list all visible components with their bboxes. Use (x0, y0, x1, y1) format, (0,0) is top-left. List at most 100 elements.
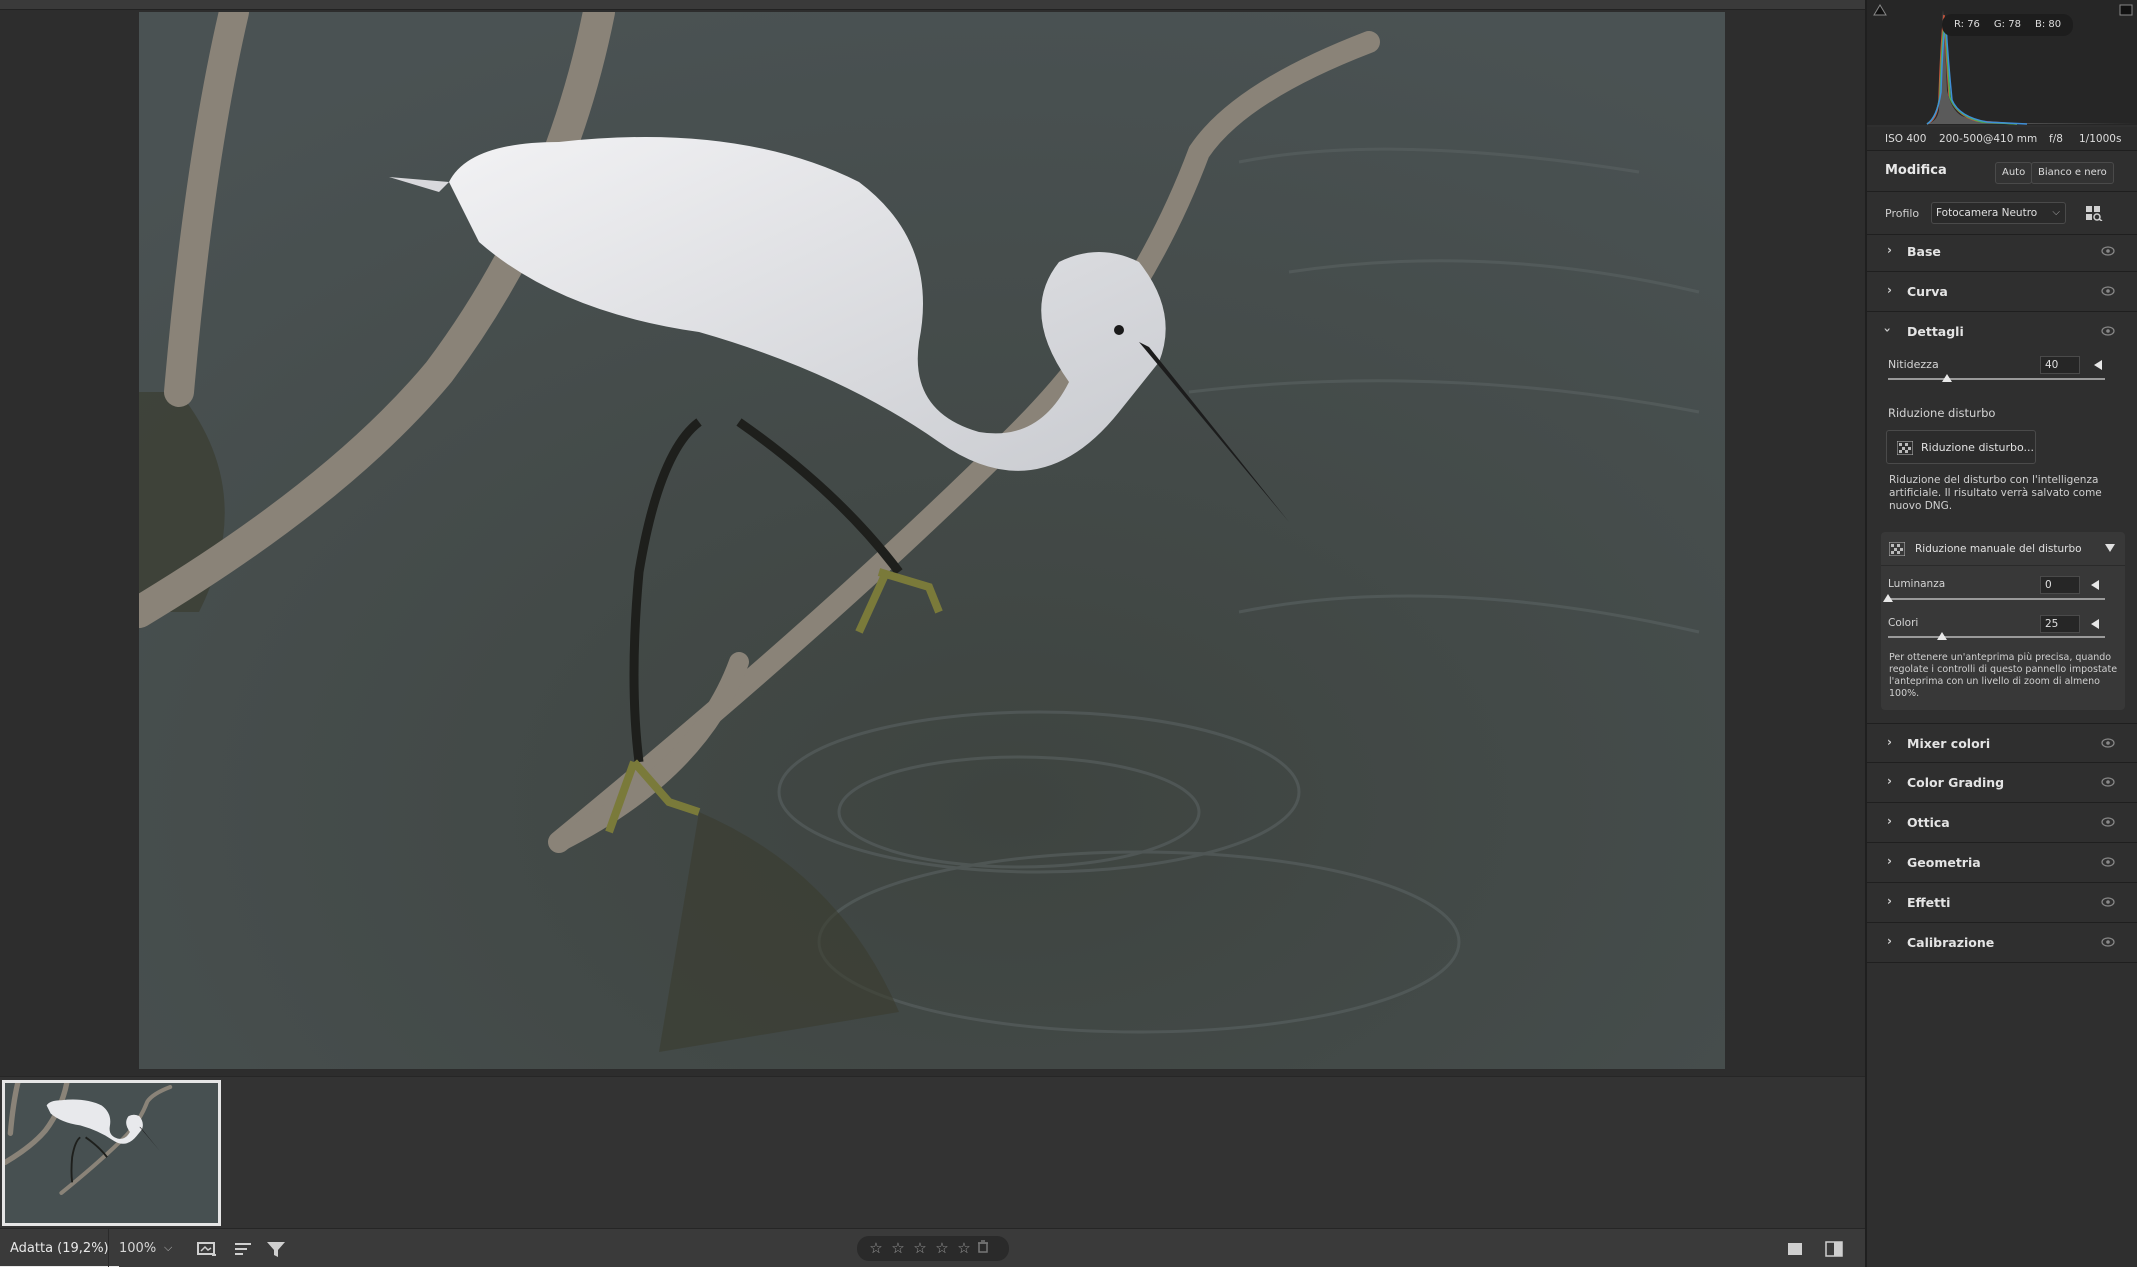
section-color-grading[interactable]: › Color Grading (1867, 763, 2137, 803)
egret-photo (139, 12, 1725, 1069)
chevron-right-icon: › (1887, 283, 1892, 297)
section-effects[interactable]: › Effetti (1867, 883, 2137, 923)
profile-browser-icon[interactable] (2085, 205, 2103, 222)
section-title: Effetti (1907, 895, 1951, 910)
top-strip (0, 0, 1865, 10)
eye-icon[interactable] (2101, 777, 2115, 787)
section-base[interactable]: › Base (1867, 232, 2137, 272)
chevron-right-icon: › (1887, 735, 1892, 749)
section-title: Base (1907, 244, 1941, 259)
chevron-right-icon: › (1887, 243, 1892, 257)
chevron-right-icon: › (1887, 894, 1892, 908)
section-details[interactable]: › Dettagli (1867, 312, 2137, 352)
denoise-icon (1897, 441, 1913, 455)
profile-select[interactable]: Fotocamera Neutro ⌵ (1931, 202, 2066, 224)
eye-icon[interactable] (2101, 326, 2115, 336)
shadow-clipping-icon[interactable] (1873, 4, 1887, 16)
star-rating[interactable]: ☆ ☆ ☆ ☆ ☆ (857, 1236, 1009, 1261)
star-icon[interactable]: ☆ (867, 1236, 885, 1261)
filter-icon[interactable] (265, 1239, 287, 1259)
chevron-down-icon: › (1880, 327, 1895, 333)
manual-noise-reduction-panel: Riduzione manuale del disturbo Luminanza… (1881, 532, 2125, 710)
filmstrip-icon[interactable] (196, 1239, 218, 1259)
eye-icon[interactable] (2101, 937, 2115, 947)
compare-view-icon[interactable] (1823, 1239, 1845, 1259)
aperture-value: f/8 (2049, 133, 2063, 145)
eye-icon[interactable] (2101, 246, 2115, 256)
ai-denoise-label: Riduzione disturbo... (1921, 441, 2035, 454)
color-label: Colori (1888, 617, 1919, 629)
color-value-field[interactable]: 25 (2040, 615, 2080, 633)
histogram: R: 76 G: 78 B: 80 (1867, 0, 2137, 125)
luminance-slider-track[interactable] (1888, 598, 2105, 600)
section-geometry[interactable]: › Geometria (1867, 843, 2137, 883)
chevron-right-icon: › (1887, 854, 1892, 868)
manual-noise-title: Riduzione manuale del disturbo (1915, 543, 2082, 555)
section-optics[interactable]: › Ottica (1867, 803, 2137, 843)
edit-header: Modifica Auto Bianco e nero (1867, 152, 2137, 192)
shutter-value: 1/1000s (2079, 133, 2122, 145)
image-canvas[interactable] (0, 10, 1865, 1076)
star-icon[interactable]: ☆ (889, 1236, 907, 1261)
lens-value: 200-500@410 mm (1939, 133, 2038, 145)
section-title: Color Grading (1907, 775, 2005, 790)
edit-title: Modifica (1885, 163, 1947, 178)
trash-icon[interactable] (977, 1237, 991, 1262)
color-slider-thumb[interactable] (1937, 632, 1948, 640)
reset-arrow-icon[interactable] (2091, 619, 2099, 629)
section-calibration[interactable]: › Calibrazione (1867, 923, 2137, 963)
photo-preview[interactable] (139, 12, 1725, 1069)
auto-button[interactable]: Auto (1995, 162, 2033, 184)
zoom-fit-button[interactable]: Adatta (19,2%) (0, 1229, 119, 1267)
camera-raw-window: Adatta (19,2%) 100% ⌵ ☆ ☆ ☆ ☆ ☆ R: 76 G:… (0, 0, 2137, 1267)
eye-icon[interactable] (2101, 817, 2115, 827)
green-value: G: 78 (1993, 19, 2021, 30)
ai-denoise-button[interactable]: Riduzione disturbo... (1886, 430, 2036, 464)
exif-info: ISO 400 200-500@410 mm f/8 1/1000s (1867, 127, 2137, 151)
section-title: Dettagli (1907, 324, 1964, 339)
eye-icon[interactable] (2101, 897, 2115, 907)
chevron-down-icon[interactable]: ⌵ (164, 1241, 172, 1255)
sort-icon[interactable] (232, 1239, 254, 1259)
luminance-label: Luminanza (1888, 578, 1946, 590)
star-icon[interactable]: ☆ (911, 1236, 929, 1261)
color-slider-track[interactable] (1888, 636, 2105, 638)
sharpness-slider-track[interactable] (1888, 378, 2105, 380)
section-curve[interactable]: › Curva (1867, 272, 2137, 312)
eye-icon[interactable] (2101, 738, 2115, 748)
star-icon[interactable]: ☆ (955, 1236, 973, 1261)
sharpness-slider-thumb[interactable] (1941, 374, 1952, 382)
edit-panel: R: 76 G: 78 B: 80 ISO 400 200-500@410 mm f… (1865, 0, 2137, 1267)
sharpness-value-field[interactable]: 40 (2040, 356, 2080, 374)
manual-noise-header[interactable]: Riduzione manuale del disturbo (1881, 532, 2125, 566)
rgb-readout: R: 76 G: 78 B: 80 (1942, 14, 2074, 36)
collapse-triangle-icon[interactable] (2105, 544, 2115, 552)
red-value: R: 76 (1954, 19, 1980, 30)
noise-reduction-title: Riduzione disturbo (1888, 406, 1996, 420)
iso-value: ISO 400 (1885, 133, 1927, 145)
blue-value: B: 80 (2034, 19, 2062, 30)
chevron-down-icon: ⌵ (2052, 207, 2060, 218)
chevron-right-icon: › (1887, 934, 1892, 948)
profile-label: Profilo (1885, 207, 1920, 220)
luminance-value-field[interactable]: 0 (2040, 576, 2080, 594)
reset-arrow-icon[interactable] (2091, 580, 2099, 590)
ai-denoise-description: Riduzione del disturbo con l'intelligenz… (1889, 474, 2102, 512)
chevron-right-icon: › (1887, 774, 1892, 788)
eye-icon[interactable] (2101, 286, 2115, 296)
sharpness-label: Nitidezza (1888, 358, 1939, 371)
luminance-slider-thumb[interactable] (1883, 594, 1893, 602)
section-title: Ottica (1907, 815, 1950, 830)
eye-icon[interactable] (2101, 857, 2115, 867)
highlight-clipping-icon[interactable] (2119, 4, 2133, 16)
black-white-button[interactable]: Bianco e nero (2031, 162, 2114, 184)
section-title: Curva (1907, 284, 1948, 299)
filmstrip-thumbnail[interactable] (2, 1080, 221, 1226)
reset-arrow-icon[interactable] (2094, 360, 2102, 370)
thumbnail-image (5, 1083, 218, 1223)
star-icon[interactable]: ☆ (933, 1236, 951, 1261)
filmstrip (0, 1076, 1865, 1228)
single-view-icon[interactable] (1784, 1239, 1806, 1259)
section-color-mixer[interactable]: › Mixer colori (1867, 723, 2137, 763)
profile-row: Profilo Fotocamera Neutro ⌵ (1867, 193, 2137, 235)
